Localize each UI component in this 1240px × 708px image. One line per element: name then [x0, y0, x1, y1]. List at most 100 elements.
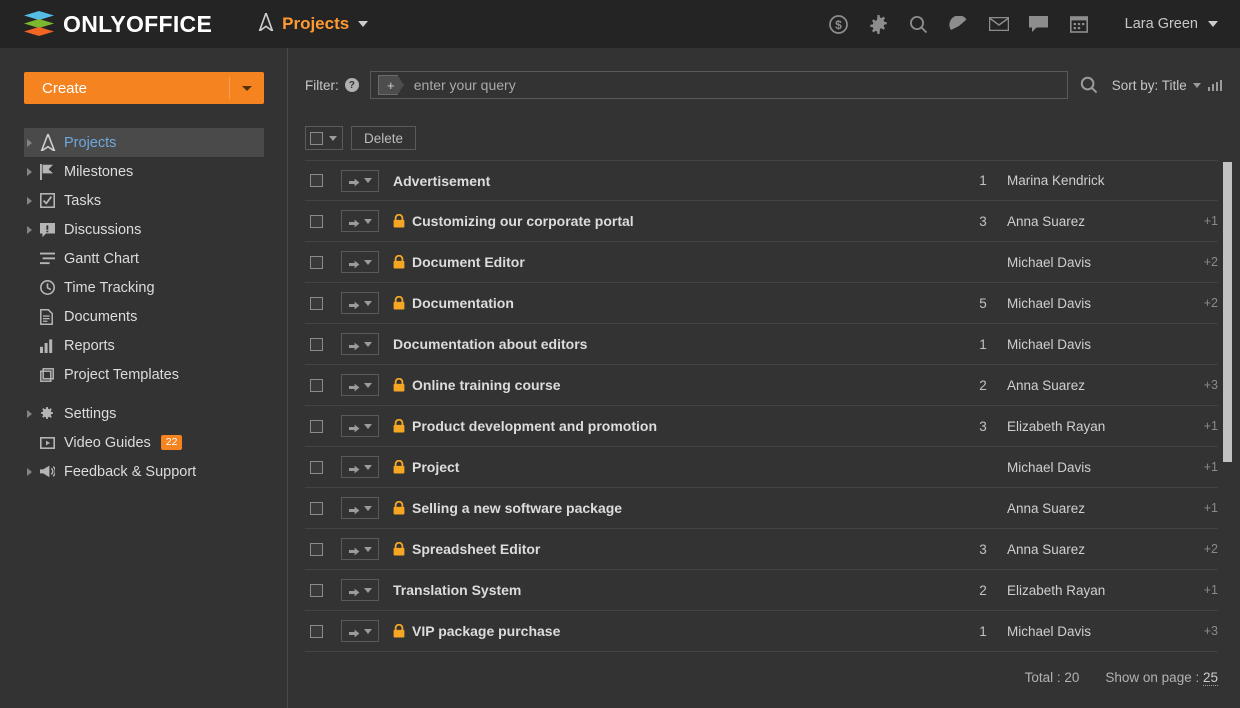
sidebar-item-documents[interactable]: Documents — [24, 302, 264, 331]
table-row[interactable]: ProjectMichael Davis+1 — [305, 447, 1218, 488]
row-checkbox[interactable] — [310, 420, 323, 433]
search-input[interactable] — [414, 77, 1067, 93]
select-all-dropdown[interactable] — [305, 126, 343, 150]
row-checkbox[interactable] — [310, 379, 323, 392]
sidebar-item-projects[interactable]: Projects — [24, 128, 264, 157]
expand-arrow-icon[interactable] — [27, 139, 32, 147]
row-checkbox[interactable] — [310, 543, 323, 556]
table-row[interactable]: Translation System2Elizabeth Rayan+1 — [305, 570, 1218, 611]
row-action-cell — [341, 620, 393, 642]
row-checkbox[interactable] — [310, 338, 323, 351]
row-action-dropdown[interactable] — [341, 497, 379, 519]
expand-arrow-icon[interactable] — [27, 410, 32, 418]
row-checkbox[interactable] — [310, 461, 323, 474]
module-switcher-projects[interactable]: Projects — [252, 0, 374, 48]
row-checkbox[interactable] — [310, 215, 323, 228]
create-button[interactable]: Create — [24, 72, 264, 104]
calendar-icon[interactable] — [1059, 0, 1099, 48]
user-menu[interactable]: Lara Green — [1125, 16, 1218, 32]
row-checkbox[interactable] — [310, 502, 323, 515]
sort-by-control[interactable]: Sort by: Title — [1112, 78, 1223, 93]
filter-input-box[interactable]: + — [370, 71, 1068, 99]
sidebar-item-milestones[interactable]: Milestones — [24, 157, 264, 186]
expand-arrow-icon[interactable] — [27, 468, 32, 476]
project-title-link[interactable]: Translation System — [393, 582, 521, 598]
table-row[interactable]: VIP package purchase1Michael Davis+3 — [305, 611, 1218, 652]
row-action-dropdown[interactable] — [341, 579, 379, 601]
row-action-dropdown[interactable] — [341, 374, 379, 396]
row-title-cell: Customizing our corporate portal — [393, 213, 959, 229]
table-row[interactable]: Online training course2Anna Suarez+3 — [305, 365, 1218, 406]
chevron-down-icon — [364, 465, 372, 470]
delete-button[interactable]: Delete — [351, 126, 416, 150]
table-row[interactable]: Documentation5Michael Davis+2 — [305, 283, 1218, 324]
settings-gear-icon[interactable] — [859, 0, 899, 48]
row-checkbox-cell — [305, 420, 341, 433]
app-logo[interactable]: ONLYOFFICE — [24, 11, 212, 38]
table-row[interactable]: Product development and promotion3Elizab… — [305, 406, 1218, 447]
project-title-link[interactable]: Product development and promotion — [412, 418, 657, 434]
sidebar-item-tasks[interactable]: Tasks — [24, 186, 264, 215]
table-row[interactable]: Document EditorMichael Davis+2 — [305, 242, 1218, 283]
project-title-link[interactable]: Advertisement — [393, 173, 490, 189]
row-action-dropdown[interactable] — [341, 170, 379, 192]
sidebar-item-gantt-chart[interactable]: Gantt Chart — [24, 244, 264, 273]
header-icon-group: $ — [819, 0, 1099, 48]
project-title-link[interactable]: VIP package purchase — [412, 623, 560, 639]
chat-icon[interactable] — [1019, 0, 1059, 48]
row-action-dropdown[interactable] — [341, 251, 379, 273]
ascending-bars-icon[interactable] — [1208, 80, 1223, 91]
gauge-icon[interactable] — [939, 0, 979, 48]
table-row[interactable]: Spreadsheet Editor3Anna Suarez+2 — [305, 529, 1218, 570]
project-title-link[interactable]: Documentation — [412, 295, 514, 311]
sidebar-item-time-tracking[interactable]: Time Tracking — [24, 273, 264, 302]
project-title-link[interactable]: Project — [412, 459, 459, 475]
expand-arrow-icon[interactable] — [27, 197, 32, 205]
sidebar-item-discussions[interactable]: Discussions — [24, 215, 264, 244]
page-size-selector[interactable]: 25 — [1203, 670, 1218, 686]
row-action-dropdown[interactable] — [341, 292, 379, 314]
select-all-checkbox[interactable] — [310, 132, 323, 145]
sidebar-item-feedback-support[interactable]: Feedback & Support — [24, 457, 264, 486]
row-checkbox[interactable] — [310, 584, 323, 597]
sidebar-item-video-guides[interactable]: Video Guides22 — [24, 428, 264, 457]
row-action-dropdown[interactable] — [341, 210, 379, 232]
table-row[interactable]: Documentation about editors1Michael Davi… — [305, 324, 1218, 365]
row-action-dropdown[interactable] — [341, 620, 379, 642]
row-checkbox[interactable] — [310, 297, 323, 310]
table-row[interactable]: Customizing our corporate portal3Anna Su… — [305, 201, 1218, 242]
chevron-down-icon — [364, 588, 372, 593]
project-title-link[interactable]: Selling a new software package — [412, 500, 622, 516]
project-title-link[interactable]: Customizing our corporate portal — [412, 213, 634, 229]
search-icon[interactable] — [899, 0, 939, 48]
row-action-dropdown[interactable] — [341, 538, 379, 560]
expand-arrow-icon[interactable] — [27, 226, 32, 234]
vertical-scrollbar[interactable] — [1222, 48, 1233, 708]
project-title-link[interactable]: Documentation about editors — [393, 336, 587, 352]
payments-icon[interactable]: $ — [819, 0, 859, 48]
add-filter-tag-button[interactable]: + — [378, 75, 404, 95]
row-checkbox[interactable] — [310, 174, 323, 187]
row-action-dropdown[interactable] — [341, 333, 379, 355]
chevron-down-icon — [364, 506, 372, 511]
row-checkbox-cell — [305, 625, 341, 638]
expand-arrow-icon[interactable] — [27, 168, 32, 176]
sidebar-item-settings[interactable]: Settings — [24, 399, 264, 428]
row-checkbox[interactable] — [310, 256, 323, 269]
row-title-cell: Advertisement — [393, 173, 959, 189]
scrollbar-thumb[interactable] — [1223, 162, 1232, 462]
mail-icon[interactable] — [979, 0, 1019, 48]
question-mark-icon[interactable]: ? — [345, 78, 359, 92]
row-action-dropdown[interactable] — [341, 456, 379, 478]
sidebar-item-reports[interactable]: Reports — [24, 331, 264, 360]
sidebar-item-project-templates[interactable]: Project Templates — [24, 360, 264, 389]
project-title-link[interactable]: Spreadsheet Editor — [412, 541, 540, 557]
row-checkbox[interactable] — [310, 625, 323, 638]
chevron-down-icon — [364, 219, 372, 224]
row-action-dropdown[interactable] — [341, 415, 379, 437]
table-row[interactable]: Advertisement1Marina Kendrick — [305, 160, 1218, 201]
project-title-link[interactable]: Document Editor — [412, 254, 525, 270]
project-title-link[interactable]: Online training course — [412, 377, 561, 393]
search-icon[interactable] — [1072, 76, 1106, 94]
table-row[interactable]: Selling a new software packageAnna Suare… — [305, 488, 1218, 529]
